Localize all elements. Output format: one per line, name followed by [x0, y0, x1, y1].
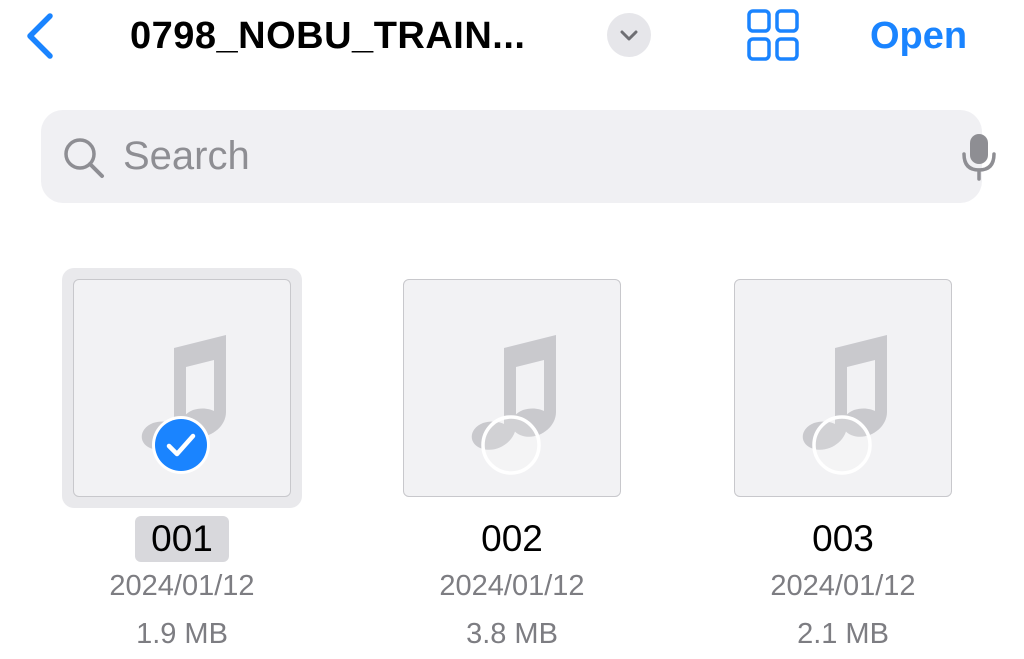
file-name-container: 003: [723, 516, 963, 562]
file-name-container: 002: [392, 516, 632, 562]
file-item[interactable]: 003 2024/01/12 2.1 MB: [723, 268, 983, 659]
unselected-circle-icon: [481, 415, 541, 475]
open-button[interactable]: Open: [870, 10, 967, 62]
navigation-bar: 0798_NOBU_TRAIN... Open: [0, 0, 1024, 80]
file-thumbnail: [734, 279, 952, 497]
file-date: 2024/01/12: [109, 570, 255, 602]
search-input[interactable]: [123, 110, 883, 203]
file-item[interactable]: 001 2024/01/12 1.9 MB: [62, 268, 322, 659]
file-name[interactable]: 001: [135, 516, 229, 562]
file-thumbnail-frame: [62, 268, 302, 508]
unselected-circle-icon: [812, 415, 872, 475]
file-thumbnail: [403, 279, 621, 497]
file-name-container: 001: [62, 516, 302, 562]
file-date: 2024/01/12: [770, 570, 916, 602]
magnifying-glass-icon: [64, 138, 104, 178]
microphone-icon: [962, 134, 996, 181]
file-thumbnail-frame: [723, 268, 963, 508]
view-mode-button[interactable]: [745, 8, 801, 64]
file-size: 3.8 MB: [466, 618, 558, 650]
folder-title: 0798_NOBU_TRAIN...: [130, 15, 526, 57]
file-date: 2024/01/12: [439, 570, 585, 602]
grid-icon: [747, 9, 799, 61]
file-item[interactable]: 002 2024/01/12 3.8 MB: [392, 268, 652, 659]
chevron-down-icon: [620, 30, 638, 41]
chevron-left-icon: [27, 13, 53, 59]
file-thumbnail: [73, 279, 291, 497]
file-thumbnail-frame: [392, 268, 632, 508]
back-button[interactable]: [20, 10, 60, 62]
search-bar[interactable]: [41, 110, 996, 203]
file-size: 1.9 MB: [136, 618, 228, 650]
file-size: 2.1 MB: [797, 618, 889, 650]
file-name[interactable]: 003: [796, 516, 890, 562]
file-name[interactable]: 002: [465, 516, 559, 562]
title-menu-button[interactable]: [607, 13, 651, 57]
selected-checkmark-icon: [152, 416, 210, 474]
